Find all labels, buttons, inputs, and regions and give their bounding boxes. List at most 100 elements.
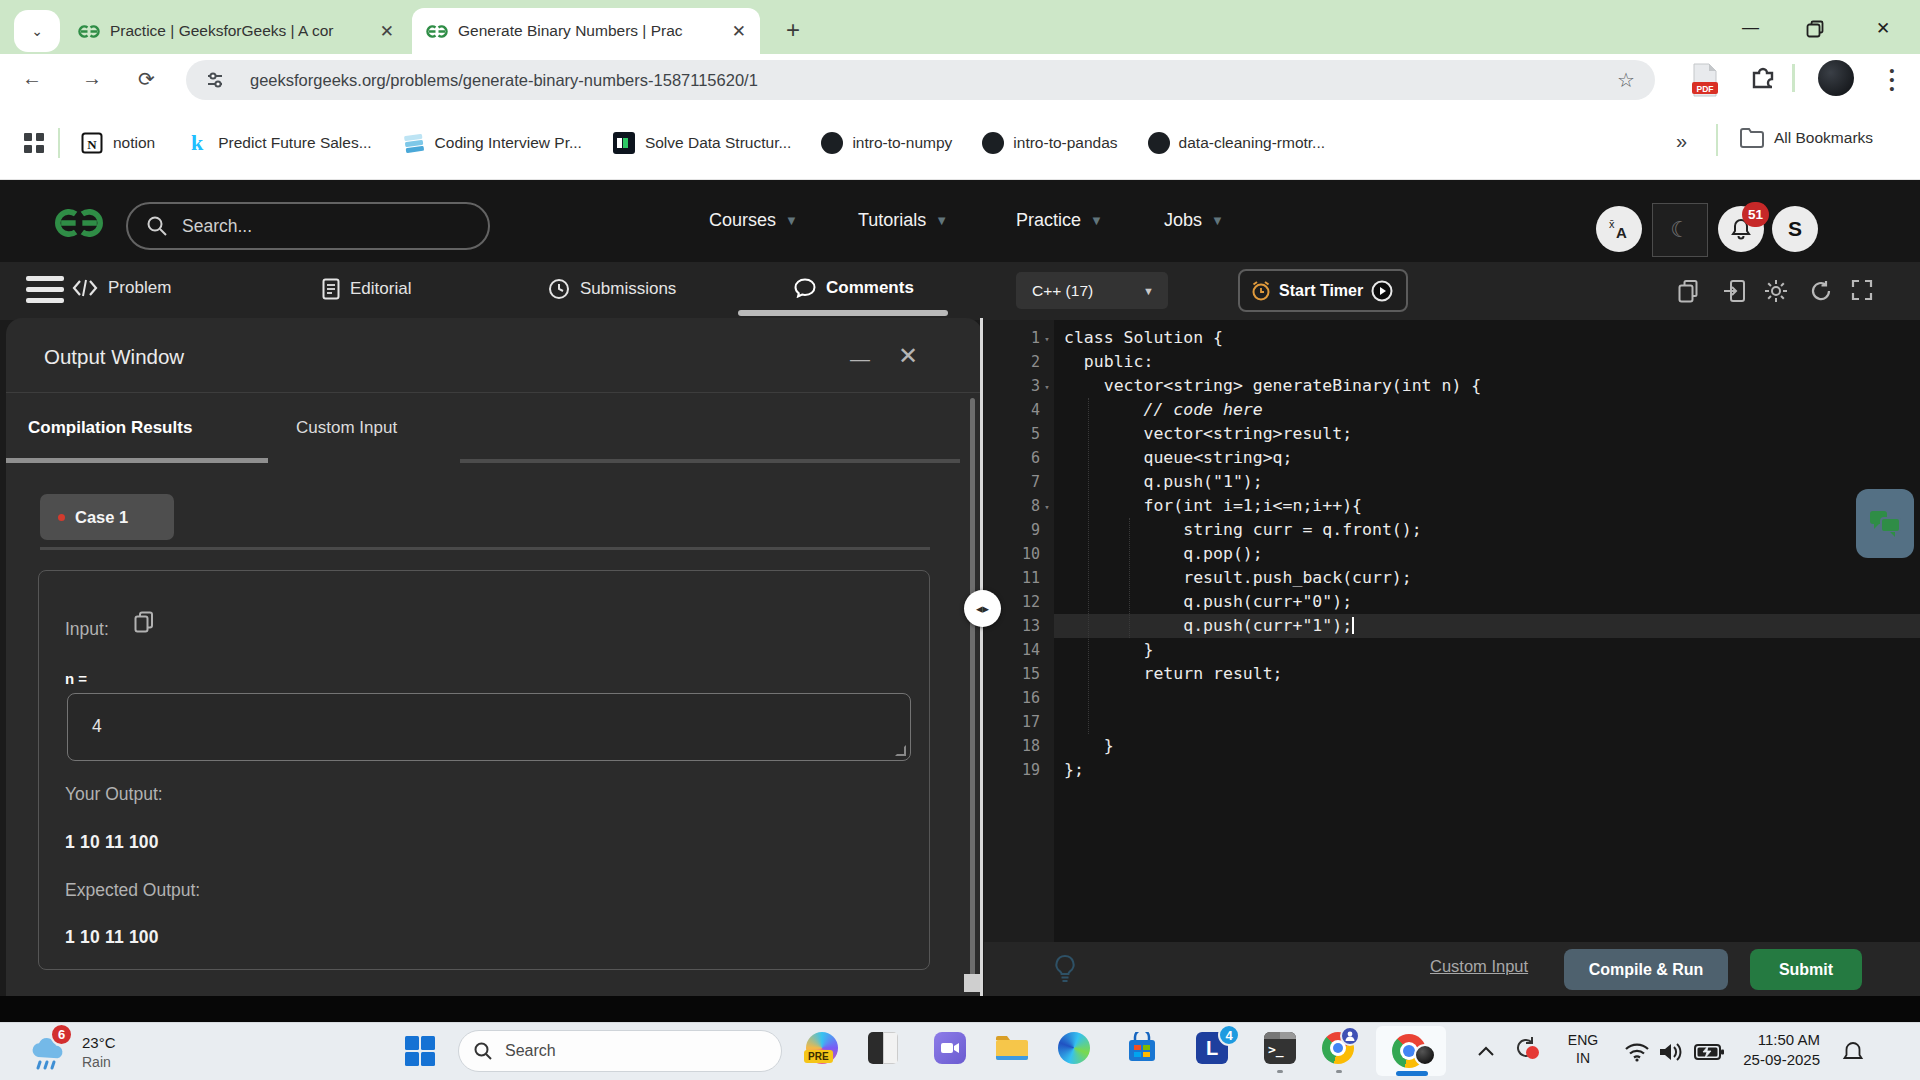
all-bookmarks[interactable]: All Bookmarks — [1740, 128, 1873, 148]
nav-jobs[interactable]: Jobs▼ — [1164, 210, 1224, 231]
tab-close-icon[interactable]: ✕ — [380, 21, 394, 42]
bookmark-github-numpy[interactable]: intro-to-numpy — [821, 132, 952, 154]
start-timer-button[interactable]: Start Timer — [1238, 269, 1408, 312]
code-line[interactable]: 19}; — [984, 758, 1920, 782]
extensions-puzzle-icon[interactable] — [1748, 64, 1778, 98]
resize-grip[interactable] — [895, 745, 906, 756]
pdf-extension-icon[interactable]: PDF — [1690, 62, 1720, 102]
code-line[interactable]: 15 return result; — [984, 662, 1920, 686]
nav-courses[interactable]: Courses▼ — [709, 210, 798, 231]
compile-run-button[interactable]: Compile & Run — [1564, 949, 1728, 990]
gfg-logo[interactable] — [50, 206, 108, 240]
fold-marker[interactable]: ▾ — [1040, 374, 1054, 398]
tab-search-button[interactable]: ⌄ — [14, 10, 60, 52]
code-line[interactable]: 4 // code here — [984, 398, 1920, 422]
bookmark-hackerrank[interactable]: Solve Data Structur... — [612, 131, 791, 155]
code-line[interactable]: 16 — [984, 686, 1920, 710]
code-line[interactable]: 1▾class Solution { — [984, 326, 1920, 350]
code-line[interactable]: 14 } — [984, 638, 1920, 662]
browser-tab-inactive[interactable]: Practice | GeeksforGeeks | A cor ✕ — [64, 8, 408, 54]
gfg-search[interactable]: Search... — [126, 202, 490, 250]
volume-icon[interactable] — [1658, 1041, 1684, 1063]
browser-profile-avatar[interactable] — [1818, 60, 1854, 96]
notification-bell-icon[interactable] — [1842, 1040, 1864, 1064]
code-editor[interactable]: 1▾class Solution {2 public:3▾ vector<str… — [984, 320, 1920, 942]
reload-button[interactable]: ⟳ — [138, 67, 155, 91]
tab-submissions[interactable]: Submissions — [548, 278, 676, 300]
doubt-chat-widget[interactable] — [1856, 489, 1914, 558]
code-line[interactable]: 13 q.push(curr+"1"); — [984, 614, 1920, 638]
forward-button[interactable]: → — [82, 67, 102, 90]
edge-icon[interactable] — [1058, 1032, 1092, 1066]
custom-input-link[interactable]: Custom Input — [1430, 957, 1528, 976]
new-tab-button[interactable]: + — [786, 16, 800, 44]
copy-icon[interactable] — [134, 611, 154, 633]
lightbulb-icon[interactable] — [1052, 954, 1078, 984]
bookmark-educative[interactable]: Coding Interview Pr... — [402, 131, 582, 155]
window-restore-button[interactable] — [1806, 20, 1824, 38]
reset-code-icon[interactable] — [1809, 279, 1833, 303]
language-indicator[interactable]: ENG IN — [1562, 1032, 1604, 1066]
clock[interactable]: 11:50 AM 25-09-2025 — [1720, 1030, 1820, 1070]
language-select[interactable]: C++ (17) ▼ — [1016, 272, 1168, 309]
minimize-icon[interactable]: — — [850, 348, 884, 371]
terminal-icon[interactable]: >_ — [1264, 1032, 1298, 1066]
bookmark-notion[interactable]: N notion — [80, 131, 155, 155]
nav-tutorials[interactable]: Tutorials▼ — [858, 210, 948, 231]
taskbar-search[interactable]: Search — [458, 1030, 782, 1072]
code-line[interactable]: 3▾ vector<string> generateBinary(int n) … — [984, 374, 1920, 398]
panel-scrollbar[interactable] — [970, 398, 975, 988]
copy-code-icon[interactable] — [1678, 279, 1700, 303]
bookmark-star-icon[interactable]: ☆ — [1617, 68, 1635, 92]
weather-widget[interactable]: 6 23°C Rain — [28, 1027, 198, 1070]
theme-toggle[interactable]: ☾ — [1652, 203, 1708, 257]
active-app-highlight[interactable] — [1376, 1026, 1446, 1076]
window-close-button[interactable]: ✕ — [1876, 18, 1890, 39]
code-line[interactable]: 18 } — [984, 734, 1920, 758]
submit-button[interactable]: Submit — [1750, 949, 1862, 990]
code-line[interactable]: 2 public: — [984, 350, 1920, 374]
file-explorer-icon[interactable] — [994, 1032, 1028, 1066]
tab-problem[interactable]: Problem — [72, 278, 171, 298]
tabrow-scrollbar[interactable] — [738, 310, 948, 316]
dev-app-icon[interactable] — [868, 1032, 902, 1066]
apps-grid-icon[interactable] — [22, 131, 46, 155]
settings-gear-icon[interactable] — [1764, 279, 1788, 303]
bookmark-kaggle[interactable]: k Predict Future Sales... — [185, 131, 371, 155]
chrome-icon-1[interactable] — [1322, 1032, 1356, 1066]
browser-menu-icon[interactable]: ••• — [1888, 66, 1896, 93]
site-settings-icon[interactable] — [204, 69, 226, 91]
bookmarks-overflow-icon[interactable]: » — [1676, 130, 1687, 153]
bookmark-github-datacleaning[interactable]: data-cleaning-rmotr... — [1148, 132, 1325, 154]
code-line[interactable]: 6 queue<string>q; — [984, 446, 1920, 470]
address-bar[interactable]: geeksforgeeks.org/problems/generate-bina… — [186, 60, 1655, 100]
panel-splitter[interactable] — [980, 318, 983, 996]
onedrive-sync-icon[interactable] — [1512, 1034, 1540, 1066]
tray-expand-icon[interactable] — [1478, 1046, 1494, 1056]
code-line[interactable]: 7 q.push("1"); — [984, 470, 1920, 494]
code-line[interactable]: 5 vector<string>result; — [984, 422, 1920, 446]
code-line[interactable]: 11 result.push_back(curr); — [984, 566, 1920, 590]
window-minimize-button[interactable]: — — [1742, 18, 1759, 38]
case-1-chip[interactable]: Case 1 — [40, 494, 174, 540]
tab-compilation-results[interactable]: Compilation Results — [28, 418, 192, 438]
import-code-icon[interactable] — [1722, 279, 1746, 303]
ms-store-icon[interactable] — [1126, 1032, 1160, 1066]
fold-marker[interactable]: ▾ — [1040, 326, 1054, 350]
start-button[interactable] — [404, 1035, 436, 1067]
close-icon[interactable]: ✕ — [898, 342, 918, 370]
user-avatar[interactable]: S — [1772, 206, 1818, 252]
menu-icon[interactable] — [26, 276, 64, 309]
code-line[interactable]: 9 string curr = q.front(); — [984, 518, 1920, 542]
nav-practice[interactable]: Practice▼ — [1016, 210, 1103, 231]
bookmark-github-pandas[interactable]: intro-to-pandas — [982, 132, 1117, 154]
browser-tab-active[interactable]: Generate Binary Numbers | Prac ✕ — [412, 8, 760, 54]
code-line[interactable]: 8▾ for(int i=1;i<=n;i++){ — [984, 494, 1920, 518]
l-app-icon[interactable]: L 4 — [1196, 1032, 1230, 1066]
wifi-icon[interactable] — [1624, 1042, 1650, 1062]
n-input[interactable]: 4 — [67, 693, 911, 761]
tab-editorial[interactable]: Editorial — [322, 278, 411, 300]
translate-button[interactable]: x̄A — [1596, 206, 1642, 252]
splitter-handle[interactable]: ◂▸ — [964, 590, 1001, 627]
meet-icon[interactable] — [934, 1032, 968, 1066]
